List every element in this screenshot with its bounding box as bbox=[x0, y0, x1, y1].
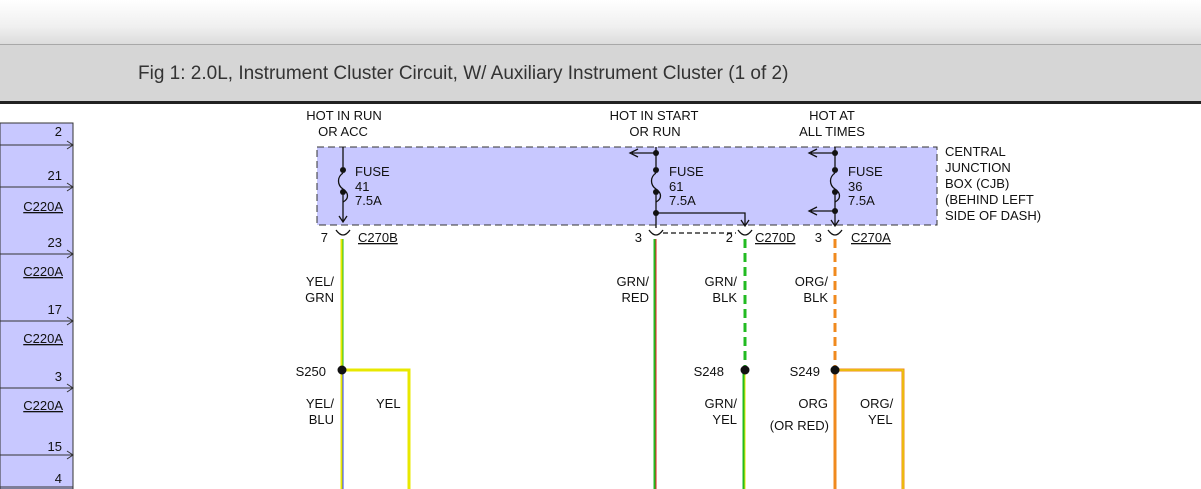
connector-name: C270D bbox=[755, 230, 795, 245]
left-connector-label: C220A bbox=[23, 398, 63, 413]
fuse-node bbox=[653, 210, 659, 216]
left-pin-label: 3 bbox=[55, 369, 62, 384]
cjb-label-line: (BEHIND LEFT bbox=[945, 192, 1034, 207]
wire-label: GRN bbox=[305, 290, 334, 305]
wire-label: (OR RED) bbox=[770, 418, 829, 433]
cjb-label-line: SIDE OF DASH) bbox=[945, 208, 1041, 223]
left-connector-label: C220A bbox=[23, 199, 63, 214]
wire-label: GRN/ bbox=[705, 396, 738, 411]
connector-name: C270B bbox=[358, 230, 398, 245]
wire-label: GRN/ bbox=[617, 274, 650, 289]
fuse-rating: 7.5A bbox=[669, 193, 696, 208]
splice-label: S249 bbox=[790, 364, 820, 379]
wire-label: RED bbox=[622, 290, 649, 305]
power-source-label: ALL TIMES bbox=[799, 124, 865, 139]
fuse-number: 41 bbox=[355, 179, 369, 194]
fuse-rating: 7.5A bbox=[355, 193, 382, 208]
central-junction-box bbox=[316, 146, 938, 226]
wire-label: GRN/ bbox=[705, 274, 738, 289]
fuse-rating: 7.5A bbox=[848, 193, 875, 208]
fuse-node bbox=[653, 189, 659, 195]
wire-org-yel bbox=[835, 368, 905, 489]
left-pin-label: 23 bbox=[48, 235, 62, 250]
wire-label: YEL bbox=[376, 396, 401, 411]
left-pin-label: 15 bbox=[48, 439, 62, 454]
left-connector-panel: 2 21 C220A 23 C220A 17 C220A 3 C220A 15 … bbox=[0, 122, 74, 489]
power-source-label: HOT AT bbox=[809, 108, 855, 123]
power-source-label: OR ACC bbox=[318, 124, 368, 139]
wire-label: YEL/ bbox=[306, 274, 335, 289]
wire-label: ORG/ bbox=[795, 274, 829, 289]
left-connector-label: C220A bbox=[23, 331, 63, 346]
power-source-label: HOT IN RUN bbox=[306, 108, 382, 123]
splice-label: S250 bbox=[296, 364, 326, 379]
fuse-node bbox=[340, 167, 346, 173]
connector-pin: 3 bbox=[635, 230, 642, 245]
cjb-label-line: BOX (CJB) bbox=[945, 176, 1009, 191]
fuse-number: 36 bbox=[848, 179, 862, 194]
connector-pin: 2 bbox=[726, 230, 733, 245]
wire-label: BLK bbox=[803, 290, 828, 305]
wire-yel bbox=[343, 368, 411, 489]
wire-label: YEL bbox=[868, 412, 893, 427]
fuse-node bbox=[832, 189, 838, 195]
fuse-name: FUSE bbox=[848, 164, 883, 179]
power-source-label: OR RUN bbox=[629, 124, 680, 139]
wire-label: ORG bbox=[798, 396, 828, 411]
connector-name: C270A bbox=[851, 230, 891, 245]
wire-label: BLU bbox=[309, 412, 334, 427]
left-panel-box bbox=[0, 122, 74, 489]
left-pin-label: 2 bbox=[55, 124, 62, 139]
fuse-node bbox=[340, 189, 346, 195]
splice-s249 bbox=[830, 365, 840, 375]
fuse-node bbox=[653, 167, 659, 173]
fuse-node bbox=[832, 150, 838, 156]
splice-s248 bbox=[740, 365, 750, 375]
wire-label: BLK bbox=[712, 290, 737, 305]
wire-yel-blu bbox=[340, 371, 344, 489]
left-pin-label: 4 bbox=[55, 471, 62, 486]
left-pin-label: 21 bbox=[48, 168, 62, 183]
cjb-label-line: JUNCTION bbox=[945, 160, 1011, 175]
wiring-diagram: 2 21 C220A 23 C220A 17 C220A 3 C220A 15 … bbox=[0, 108, 1041, 489]
top-toolbar bbox=[0, 0, 1201, 44]
wire-yel-grn bbox=[340, 239, 344, 369]
figure-title-bar: Fig 1: 2.0L, Instrument Cluster Circuit,… bbox=[0, 44, 1201, 104]
fuse-name: FUSE bbox=[355, 164, 390, 179]
wire-label: YEL bbox=[712, 412, 737, 427]
fuse-name: FUSE bbox=[669, 164, 704, 179]
fuse-node bbox=[832, 208, 838, 214]
left-connector-label: C220A bbox=[23, 264, 63, 279]
connector-pin: 3 bbox=[815, 230, 822, 245]
power-source-label: HOT IN START bbox=[610, 108, 699, 123]
fuse-node bbox=[832, 167, 838, 173]
cjb-label-line: CENTRAL bbox=[945, 144, 1006, 159]
wire-grn-red bbox=[653, 239, 657, 489]
fuse-number: 61 bbox=[669, 179, 683, 194]
left-pin-label: 17 bbox=[48, 302, 62, 317]
splice-s250 bbox=[337, 365, 347, 375]
wire-label: YEL/ bbox=[306, 396, 335, 411]
connector-pin: 7 bbox=[321, 230, 328, 245]
figure-title: Fig 1: 2.0L, Instrument Cluster Circuit,… bbox=[138, 63, 789, 84]
splice-label: S248 bbox=[694, 364, 724, 379]
wire-label: ORG/ bbox=[860, 396, 894, 411]
wire-grn-yel bbox=[742, 371, 746, 489]
fuse-node bbox=[653, 150, 659, 156]
